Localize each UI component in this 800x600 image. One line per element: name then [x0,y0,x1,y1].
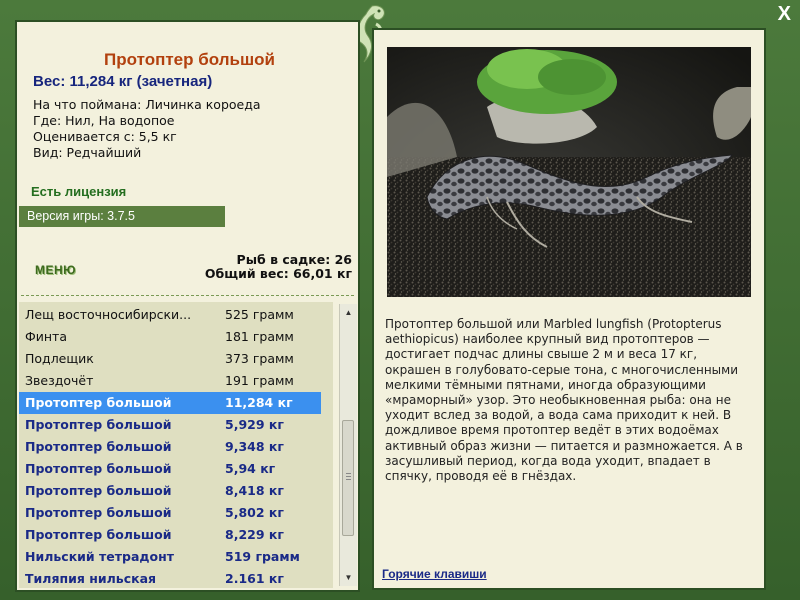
list-item[interactable]: Нильский тетрадонт 519 грамм [19,546,321,568]
total-weight: Общий вес: 66,01 кг [204,266,352,281]
keepnet-stats: Рыб в садке: 26 Общий вес: 66,01 кг [205,253,352,281]
list-item[interactable]: Звездочёт 191 грамм [19,370,321,392]
list-item[interactable]: Протоптер большой 5,802 кг [19,502,321,524]
list-item[interactable]: Протоптер большой 9,348 кг [19,436,321,458]
fish-photo [387,47,751,297]
fish-description: Протоптер большой или Marbled lungfish (… [385,317,743,484]
fish-title: Протоптер большой [104,50,275,69]
close-icon[interactable]: X [778,4,791,24]
menu-button[interactable]: МЕНЮ [35,263,76,277]
location-info: Где: Нил, На водопое [33,113,175,128]
divider [21,295,354,296]
scrollbar-thumb[interactable] [342,420,354,536]
list-scrollbar[interactable]: ▲ ▼ [339,304,357,586]
version-bar: Версия игры: 3.7.5 [19,206,225,227]
catch-list[interactable]: Лещ восточносибирски... 525 грамм Финта 18… [19,302,333,588]
scroll-up-icon[interactable]: ▲ [340,304,357,321]
fish-weight: Вес: 11,284 кг (зачетная) [33,73,213,90]
fish-info-panel: Протоптер большой Вес: 11,284 кг (зачетн… [15,20,360,592]
list-item-selected[interactable]: Протоптер большой 11,284 кг [19,392,321,414]
list-item[interactable]: Протоптер большой 5,929 кг [19,414,321,436]
hotkeys-link[interactable]: Горячие клавиши [382,567,487,581]
fish-details-panel: Протоптер большой или Marbled lungfish (… [372,28,766,590]
list-item[interactable]: Протоптер большой 5,94 кг [19,458,321,480]
list-item[interactable]: Протоптер большой 8,229 кг [19,524,321,546]
list-item[interactable]: Подлещик 373 грамм [19,348,321,370]
list-item[interactable]: Лещ восточносибирски... 525 грамм [19,304,321,326]
type-info: Вид: Редчайший [33,145,142,160]
list-item[interactable]: Тиляпия нильская 2.161 кг [19,568,321,588]
list-item[interactable]: Финта 181 грамм [19,326,321,348]
license-status: Есть лицензия [31,184,127,199]
list-item[interactable]: Протоптер большой 8,418 кг [19,480,321,502]
scroll-down-icon[interactable]: ▼ [340,569,357,586]
valued-from-info: Оценивается с: 5,5 кг [33,129,177,144]
bait-info: На что поймана: Личинка короеда [33,97,261,112]
fish-count: Рыб в садке: 26 [236,252,352,267]
